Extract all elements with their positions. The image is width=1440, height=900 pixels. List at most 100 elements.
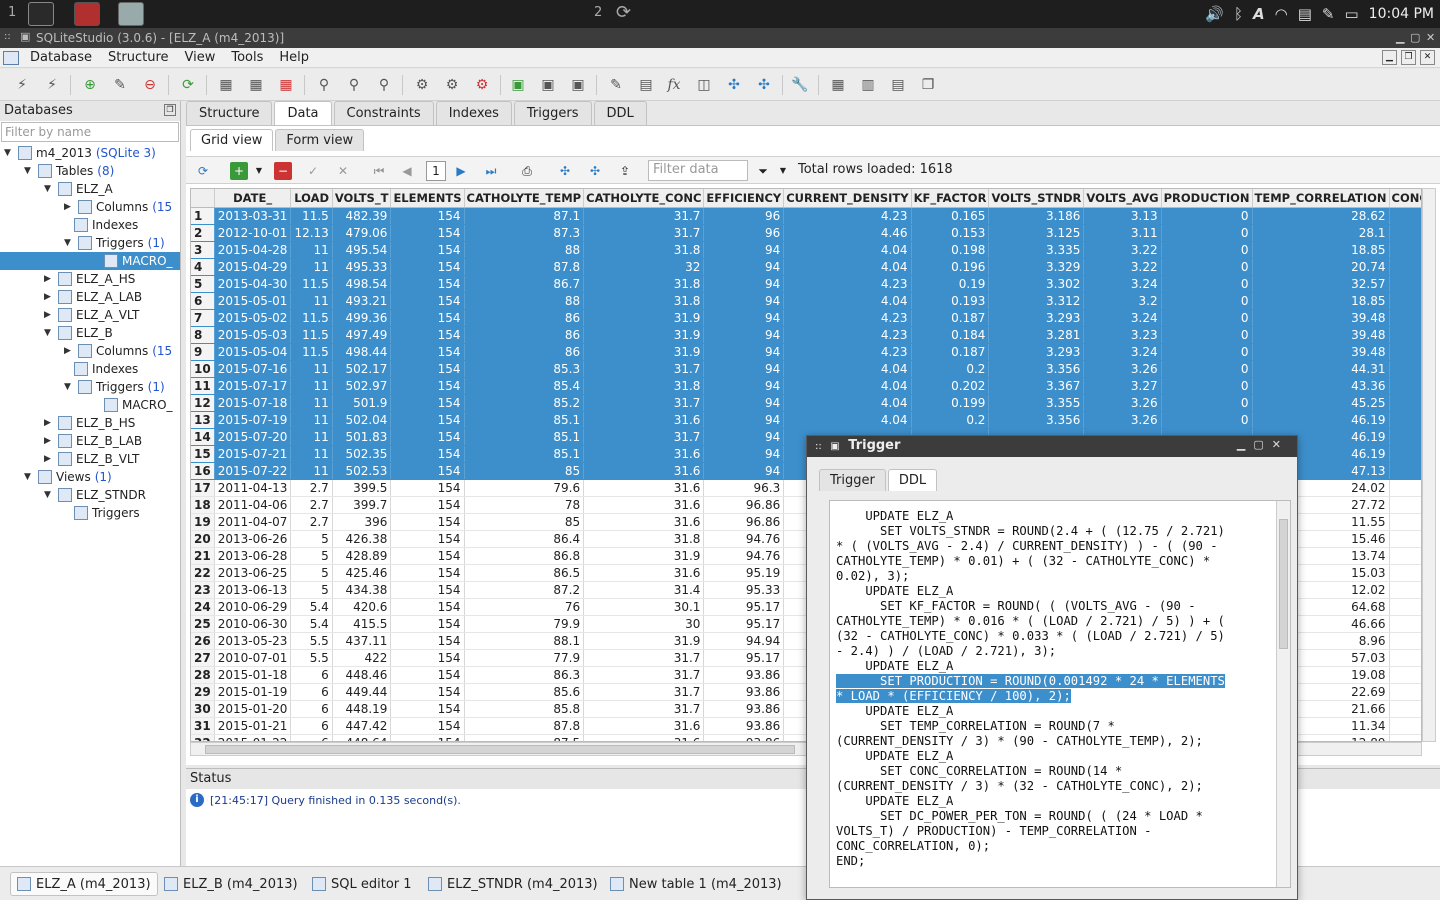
table-cell[interactable]: 11 [290,292,333,310]
table-cell[interactable]: 79.9 [464,615,585,633]
task-elz_a[interactable]: ELZ_A (m4_2013) [10,872,158,896]
table-cell[interactable]: 154 [390,598,465,616]
edit-index-icon[interactable]: ⚲ [344,75,364,95]
table-cell[interactable]: 76 [464,598,585,616]
table-row[interactable]: 11 2015-07-17 11 502.97 154 85.4 31.8 94 4.04 0.2… [191,377,1421,395]
table-cell[interactable]: 4.04 [783,377,912,395]
table-cell[interactable]: 45.25 [1252,394,1390,412]
edit-db-icon[interactable]: ✎ [110,75,130,95]
table-cell[interactable]: 498.54 [332,275,392,293]
add-index-icon[interactable]: ⚲ [314,75,334,95]
table-cell[interactable]: 31.7 [583,428,705,446]
table-cell[interactable]: 448.46 [332,666,392,684]
table-cell[interactable]: 2.7 [290,513,333,531]
table-cell[interactable]: 94 [703,258,785,276]
column-header[interactable]: CATHOLYTE_CONC [583,189,705,208]
add-view-icon[interactable]: ▣ [508,75,528,95]
table-cell[interactable]: 96.86 [703,496,785,514]
table-cell[interactable] [1389,360,1421,378]
row-number[interactable]: 11 [191,377,215,395]
table-cell[interactable]: 5 [290,547,333,565]
table-cell[interactable]: 94 [703,292,785,310]
table-cell[interactable]: 95.17 [703,649,785,667]
table-cell[interactable]: 93.86 [703,717,785,735]
column-header[interactable]: CATHOLYTE_TEMP [464,189,585,208]
table-cell[interactable]: 3.2 [1083,292,1162,310]
table-cell[interactable]: 2015-07-20 [214,428,292,446]
table-cell[interactable] [1389,224,1421,242]
table-cell[interactable]: 0 [1161,394,1253,412]
table-cell[interactable]: 0 [1161,343,1253,361]
row-number[interactable]: 4 [191,258,215,276]
table-cell[interactable]: 11 [290,377,333,395]
table-cell[interactable]: 31.7 [583,207,705,225]
table-cell[interactable]: 31.8 [583,241,705,259]
tab-constraints[interactable]: Constraints [333,101,434,125]
mdi-minimize-icon[interactable]: ▁ [1382,50,1397,65]
task-elz_b[interactable]: ELZ_B (m4_2013) [158,872,304,896]
tile-horizontal-icon[interactable]: ▤ [888,75,908,95]
table-cell[interactable]: 11.5 [290,275,333,293]
connect-db-icon[interactable]: ⚡ [12,75,32,95]
table-cell[interactable] [1389,547,1421,565]
row-number[interactable]: 3 [191,241,215,259]
table-cell[interactable]: 2015-05-03 [214,326,292,344]
table-cell[interactable]: 94 [703,411,785,429]
table-cell[interactable]: 11.5 [290,343,333,361]
tree-tables[interactable]: ▼ Tables (8) [24,162,114,180]
table-cell[interactable]: 31.7 [583,700,705,718]
table-cell[interactable]: 422 [332,649,392,667]
table-cell[interactable]: 5 [290,530,333,548]
tree-table-elz_b_vlt[interactable]: ▶ ELZ_B_VLT [44,450,139,468]
import-icon[interactable]: ✣ [724,75,744,95]
table-cell[interactable]: 86.8 [464,547,585,565]
table-cell[interactable]: 31.9 [583,343,705,361]
table-cell[interactable]: 0.193 [911,292,990,310]
row-number[interactable]: 13 [191,411,215,429]
table-cell[interactable]: 425.46 [332,564,392,582]
table-cell[interactable]: 93.86 [703,734,785,741]
table-cell[interactable]: 502.04 [332,411,392,429]
table-cell[interactable]: 5.5 [290,649,333,667]
table-cell[interactable]: 86.4 [464,530,585,548]
delete-index-icon[interactable]: ⚲ [374,75,394,95]
table-cell[interactable]: 6 [290,683,333,701]
row-number[interactable]: 18 [191,496,215,514]
table-cell[interactable]: 94 [703,462,785,480]
table-cell[interactable]: 2015-04-29 [214,258,292,276]
row-number[interactable]: 5 [191,275,215,293]
table-cell[interactable]: 154 [390,275,465,293]
table-cell[interactable]: 31.9 [583,632,705,650]
disconnect-db-icon[interactable]: ⚡ [42,75,62,95]
table-cell[interactable]: 86 [464,326,585,344]
table-cell[interactable]: 4.04 [783,360,912,378]
table-cell[interactable]: 94 [703,241,785,259]
table-cell[interactable]: 77.9 [464,649,585,667]
table-cell[interactable]: 31.8 [583,275,705,293]
workspace-2[interactable]: 2 [594,5,602,20]
table-cell[interactable]: 31.9 [583,309,705,327]
table-cell[interactable]: 94 [703,445,785,463]
table-cell[interactable]: 6 [290,717,333,735]
table-cell[interactable]: 2015-01-19 [214,683,292,701]
dialog-close-icon[interactable]: ✕ [1272,438,1289,451]
table-cell[interactable]: 0 [1161,275,1253,293]
cascade-windows-icon[interactable]: ❐ [918,75,938,95]
filter-by-name-input[interactable]: Filter by name [1,122,179,142]
table-cell[interactable]: 2015-04-28 [214,241,292,259]
table-cell[interactable]: 2011-04-06 [214,496,292,514]
table-cell[interactable]: 31.7 [583,666,705,684]
table-cell[interactable]: 31.6 [583,479,705,497]
table-cell[interactable]: 94.76 [703,530,785,548]
tab-ddl[interactable]: DDL [593,101,647,125]
table-cell[interactable] [1389,394,1421,412]
table-cell[interactable]: 11 [290,411,333,429]
table-cell[interactable]: 31.6 [583,411,705,429]
table-cell[interactable]: 4.04 [783,258,912,276]
table-cell[interactable]: 3.24 [1083,275,1162,293]
table-cell[interactable]: 5.4 [290,615,333,633]
table-cell[interactable]: 31.6 [583,734,705,741]
table-cell[interactable]: 449.44 [332,683,392,701]
table-cell[interactable]: 31.6 [583,513,705,531]
sql-editor-icon[interactable]: ✎ [606,75,626,95]
